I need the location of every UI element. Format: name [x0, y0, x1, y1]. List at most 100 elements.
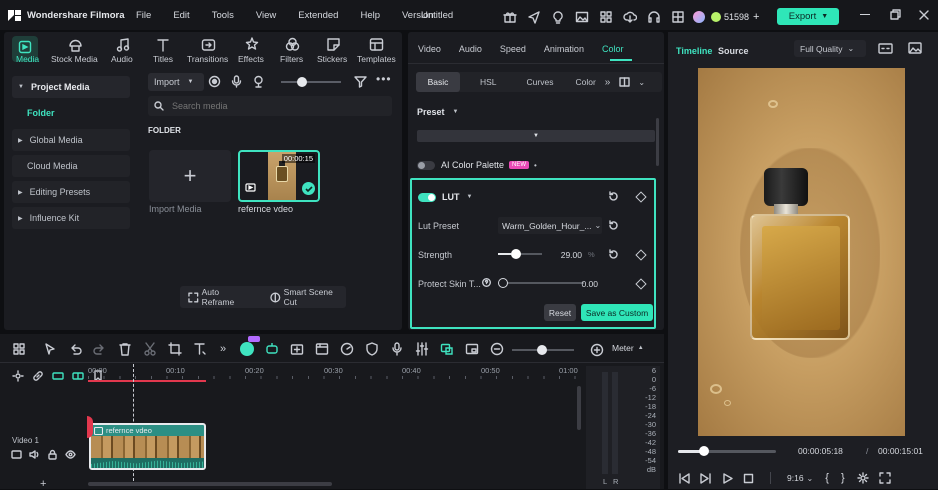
chevron-down-icon[interactable]: ⌄	[807, 474, 814, 483]
subtab-hsl[interactable]: HSL	[480, 77, 497, 87]
sidebar-item-influence-kit[interactable]: ▶ Influence Kit	[12, 207, 130, 229]
subtab-color[interactable]: Color	[575, 77, 595, 87]
tab-media[interactable]: Media	[16, 54, 39, 64]
save-as-custom-button[interactable]: Save as Custom	[581, 304, 653, 321]
work-area-range[interactable]	[88, 380, 206, 382]
playhead-handle[interactable]	[699, 446, 710, 456]
export-button[interactable]: Export ▼	[777, 8, 840, 25]
tab-stock-media[interactable]: Stock Media	[51, 54, 98, 64]
ai-copilot-icon[interactable]	[240, 336, 261, 356]
timeline-horizontal-scrollbar[interactable]	[88, 482, 332, 486]
microphone-icon[interactable]	[390, 342, 404, 356]
menu-tools[interactable]: Tools	[212, 10, 234, 21]
search-box[interactable]	[148, 96, 392, 116]
select-tool-icon[interactable]	[43, 342, 57, 356]
menu-edit[interactable]: Edit	[173, 10, 189, 21]
picture-in-picture-icon[interactable]	[465, 342, 479, 356]
record-icon[interactable]	[208, 75, 221, 88]
settings-icon[interactable]	[856, 472, 869, 484]
auto-reframe-button[interactable]: Auto Reframe	[188, 287, 252, 307]
menu-help[interactable]: Help	[360, 10, 380, 21]
microphone-icon[interactable]	[230, 75, 243, 88]
sidebar-item-folder[interactable]: Folder	[12, 102, 130, 124]
tab-stickers[interactable]: Stickers	[317, 54, 347, 64]
strength-value[interactable]: 29.00	[556, 250, 582, 260]
menu-extended[interactable]: Extended	[298, 10, 338, 21]
headset-icon[interactable]	[647, 10, 661, 24]
smart-scene-cut-button[interactable]: Smart Scene Cut	[270, 287, 346, 307]
menu-file[interactable]: File	[136, 10, 151, 21]
reset-strength-icon[interactable]	[608, 249, 619, 260]
tab-titles[interactable]: Titles	[153, 54, 173, 64]
subtab-basic[interactable]: Basic	[416, 72, 460, 92]
tab-audio[interactable]: Audio	[459, 44, 482, 54]
tab-templates[interactable]: Templates	[357, 54, 396, 64]
preset-dropdown[interactable]: ▼	[417, 130, 655, 142]
strength-handle[interactable]	[510, 249, 521, 259]
tab-timeline[interactable]: Timeline	[676, 46, 712, 56]
caret-down-icon[interactable]: ▼	[467, 194, 473, 200]
import-media-tile[interactable]: +	[149, 150, 231, 202]
import-button[interactable]: Import ▼	[148, 73, 204, 91]
video-preview[interactable]	[698, 68, 905, 436]
step-back-icon[interactable]	[700, 472, 712, 484]
meter-toggle[interactable]: Meter ▲	[612, 343, 644, 353]
help-icon[interactable]	[482, 278, 491, 287]
mark-in-icon[interactable]: {	[825, 472, 829, 484]
tab-animation[interactable]: Animation	[544, 44, 584, 54]
restore-icon[interactable]	[890, 9, 901, 20]
lightbulb-icon[interactable]	[551, 10, 565, 24]
chevron-down-icon[interactable]: ⌄	[638, 78, 645, 87]
track-settings-icon[interactable]	[12, 370, 24, 382]
notification-grid-icon[interactable]	[671, 10, 685, 24]
scene-icon[interactable]	[315, 342, 329, 356]
filter-icon[interactable]	[354, 75, 367, 88]
eye-icon[interactable]	[65, 449, 76, 460]
split-icon[interactable]	[143, 342, 157, 356]
track-clip-icon[interactable]	[11, 449, 22, 460]
avatar[interactable]	[693, 10, 705, 23]
protect-keyframe-icon[interactable]	[635, 278, 647, 290]
tab-color[interactable]: Color	[602, 44, 624, 54]
menu-view[interactable]: View	[256, 10, 276, 21]
more-options-icon[interactable]: •••	[376, 72, 392, 86]
ai-color-palette-toggle[interactable]	[417, 160, 435, 170]
layout-grid-icon[interactable]	[12, 342, 26, 356]
media-add-icon[interactable]	[290, 342, 304, 356]
lut-toggle[interactable]	[418, 192, 436, 202]
close-icon[interactable]	[919, 9, 929, 20]
tab-video[interactable]: Video	[418, 44, 441, 54]
compare-icon[interactable]	[619, 77, 631, 87]
crop-icon[interactable]	[168, 342, 182, 356]
reset-lut-icon[interactable]	[608, 191, 619, 202]
send-icon[interactable]	[527, 10, 541, 24]
reset-preset-icon[interactable]	[608, 220, 619, 231]
keyframe-icon[interactable]	[635, 191, 647, 203]
gift-icon[interactable]	[503, 10, 517, 24]
sidebar-item-project-media[interactable]: ▼ Project Media	[12, 76, 130, 98]
more-tabs-icon[interactable]: »	[605, 77, 611, 88]
timeline-ruler[interactable]: 00:00 00:10 00:20 00:30 00:40 00:50 01:0…	[88, 365, 578, 379]
sidebar-item-global-media[interactable]: ▶ Global Media	[12, 129, 130, 151]
stop-icon[interactable]	[743, 473, 754, 484]
properties-scrollbar[interactable]	[656, 118, 659, 166]
playback-progress[interactable]	[678, 450, 776, 453]
undo-icon[interactable]	[68, 342, 82, 356]
grid-icon[interactable]	[599, 10, 613, 24]
preset-header[interactable]: Preset ▼	[417, 107, 458, 117]
tab-audio[interactable]: Audio	[111, 54, 133, 64]
image-view-icon[interactable]	[908, 42, 922, 54]
thumbnail-size-handle[interactable]	[297, 77, 307, 87]
timeline-clip[interactable]: refernce vdeo	[89, 423, 206, 470]
mark-out-icon[interactable]: }	[841, 472, 845, 484]
audio-mixer-icon[interactable]	[415, 342, 429, 356]
shield-icon[interactable]	[365, 342, 379, 356]
minimize-icon[interactable]	[860, 13, 870, 16]
subtab-curves[interactable]: Curves	[527, 77, 554, 87]
add-track-icon[interactable]: +	[40, 478, 46, 490]
play-icon[interactable]	[722, 472, 733, 484]
link-icon[interactable]	[32, 370, 44, 382]
delete-icon[interactable]	[118, 342, 132, 356]
auto-highlight-icon[interactable]	[440, 342, 454, 356]
thumbnail-size-slider[interactable]	[281, 81, 341, 83]
